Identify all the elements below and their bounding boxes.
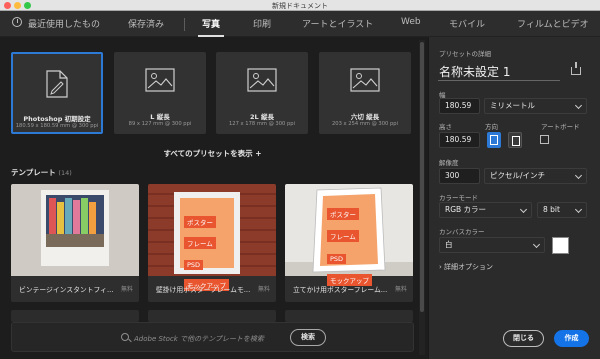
preset-name: 六切 縦長 — [350, 113, 380, 121]
image-icon — [350, 68, 380, 92]
poster-text-block: ポスター フレーム PSD モックアップ — [184, 210, 229, 292]
tab-photo[interactable]: 写真 — [202, 17, 220, 30]
templates-title: テンプレート — [11, 168, 56, 177]
image-icon — [145, 68, 175, 92]
document-name-underline — [438, 80, 560, 81]
template-price: 無料 — [120, 286, 133, 293]
preset-details-title: プリセットの詳細 — [439, 50, 491, 58]
create-button[interactable]: 作成 — [554, 330, 589, 347]
height-label: 高さ — [439, 123, 452, 131]
category-tabs: 最近使用したもの 保存済み 写真 印刷 アートとイラスト Web モバイル フィ… — [0, 11, 600, 37]
stock-search-input[interactable]: Adobe Stock で他のテンプレートを検索 — [134, 334, 264, 344]
save-preset-icon[interactable] — [571, 62, 581, 75]
poster-line: フレーム — [327, 230, 359, 242]
portrait-orientation-button[interactable] — [487, 132, 501, 148]
canvas-color-value: 白 — [445, 240, 453, 249]
template-card-leaning-poster[interactable]: ポスター フレーム PSD モックアップ 立てかけ用ポスターフレーム... 無料 — [285, 184, 413, 302]
resolution-label: 解像度 — [439, 159, 459, 167]
template-price: 無料 — [257, 286, 270, 293]
canvas-color-select[interactable]: 白 — [439, 237, 545, 253]
tab-recent[interactable]: 最近使用したもの — [28, 17, 100, 30]
poster-line: ポスター — [327, 208, 359, 220]
scrollbar-thumb[interactable] — [420, 42, 424, 312]
template-name: ビンテージインスタントフィ... — [19, 286, 114, 294]
canvas-color-label: カンバスカラー — [439, 228, 485, 236]
preset-2l-portrait[interactable]: 2L 縦長 127 x 178 mm @ 300 ppi — [216, 52, 308, 134]
preset-l-portrait[interactable]: L 縦長 89 x 127 mm @ 300 ppi — [114, 52, 206, 134]
preset-photoshop-default[interactable]: Photoshop 初期設定 180.59 x 180.59 mm @ 300 … — [11, 52, 103, 134]
title-bar: 新規ドキュメント — [0, 0, 600, 11]
preset-name: Photoshop 初期設定 — [23, 115, 91, 123]
chevron-right-icon: › — [439, 263, 442, 271]
poster-line: フレーム — [184, 237, 216, 249]
template-price: 無料 — [394, 286, 407, 293]
preset-rokugiri-portrait[interactable]: 六切 縦長 203 x 254 mm @ 300 ppi — [319, 52, 411, 134]
template-thumbnail — [11, 184, 139, 276]
color-mode-select[interactable]: RGB カラー — [439, 202, 532, 218]
preset-name: L 縦長 — [150, 113, 170, 121]
chevron-down-icon — [574, 101, 583, 110]
advanced-options-toggle[interactable]: › 詳細オプション — [439, 262, 493, 272]
bit-depth-select[interactable]: 8 bit — [537, 202, 587, 218]
preset-name: 2L 縦長 — [250, 113, 274, 121]
preset-dimensions: 127 x 178 mm @ 300 ppi — [229, 121, 295, 127]
artboard-label: アートボード — [541, 123, 580, 131]
tab-separator — [184, 18, 185, 31]
chevron-down-icon — [519, 205, 528, 214]
templates-heading: テンプレート (14) — [11, 167, 72, 178]
landscape-orientation-button[interactable] — [508, 132, 522, 148]
template-card-instant-film[interactable]: ビンテージインスタントフィ... 無料 — [11, 184, 139, 302]
tab-film-video[interactable]: フィルムとビデオ — [517, 17, 589, 30]
tab-print[interactable]: 印刷 — [253, 17, 271, 30]
preset-dimensions: 180.59 x 180.59 mm @ 300 ppi — [15, 123, 99, 129]
chevron-down-icon — [574, 205, 583, 214]
width-input[interactable]: 180.59 — [439, 98, 480, 114]
resolution-unit-value: ピクセル/インチ — [490, 171, 546, 180]
poster-text-block: ポスター フレーム PSD モックアップ — [327, 202, 372, 287]
tab-web[interactable]: Web — [401, 17, 421, 27]
window-title: 新規ドキュメント — [272, 2, 328, 10]
color-mode-label: カラーモード — [439, 194, 478, 202]
poster-line: PSD — [184, 260, 204, 270]
search-icon — [121, 333, 129, 341]
preset-dimensions: 203 x 254 mm @ 300 ppi — [332, 121, 398, 127]
show-all-presets-link[interactable]: すべてのプリセットを表示 + — [0, 148, 425, 159]
portrait-icon — [490, 135, 498, 145]
height-input[interactable]: 180.59 — [439, 132, 480, 148]
document-name-input[interactable]: 名称未設定 1 — [439, 63, 510, 80]
tab-mobile[interactable]: モバイル — [449, 17, 485, 30]
canvas-color-swatch[interactable] — [552, 237, 569, 254]
landscape-icon — [512, 136, 520, 146]
image-icon — [247, 68, 277, 92]
template-card-partial[interactable] — [285, 310, 413, 322]
search-button[interactable]: 検索 — [290, 329, 326, 346]
resolution-input[interactable]: 300 — [439, 168, 480, 184]
chevron-down-icon — [574, 171, 583, 180]
templates-count: (14) — [58, 169, 72, 177]
artboard-checkbox[interactable] — [540, 135, 549, 144]
resolution-unit-select[interactable]: ピクセル/インチ — [484, 168, 587, 184]
tab-saved[interactable]: 保存済み — [128, 17, 164, 30]
chevron-down-icon — [532, 240, 541, 249]
poster-line: PSD — [327, 254, 347, 264]
unit-select[interactable]: ミリメートル — [484, 98, 587, 114]
template-card-partial[interactable] — [11, 310, 139, 322]
document-icon — [46, 70, 68, 98]
tab-art-illustration[interactable]: アートとイラスト — [302, 17, 373, 30]
color-mode-value: RGB カラー — [445, 205, 487, 214]
advanced-options-label: 詳細オプション — [444, 263, 494, 271]
template-name: 立てかけ用ポスターフレーム... — [293, 286, 388, 294]
template-name: 壁掛け用ポスターフレームモ... — [156, 286, 251, 294]
preset-dimensions: 89 x 127 mm @ 300 ppi — [128, 121, 192, 127]
close-button[interactable]: 閉じる — [503, 330, 544, 347]
template-card-partial[interactable] — [148, 310, 276, 322]
unit-select-value: ミリメートル — [490, 101, 535, 110]
orientation-label: 方向 — [485, 123, 498, 131]
template-card-wall-poster[interactable]: ポスター フレーム PSD モックアップ 壁掛け用ポスターフレームモ... 無料 — [148, 184, 276, 302]
bit-depth-value: 8 bit — [543, 205, 560, 214]
poster-line: ポスター — [184, 216, 216, 228]
recent-clock-icon — [12, 17, 22, 27]
stock-search-bar: Adobe Stock で他のテンプレートを検索 検索 — [11, 322, 414, 352]
